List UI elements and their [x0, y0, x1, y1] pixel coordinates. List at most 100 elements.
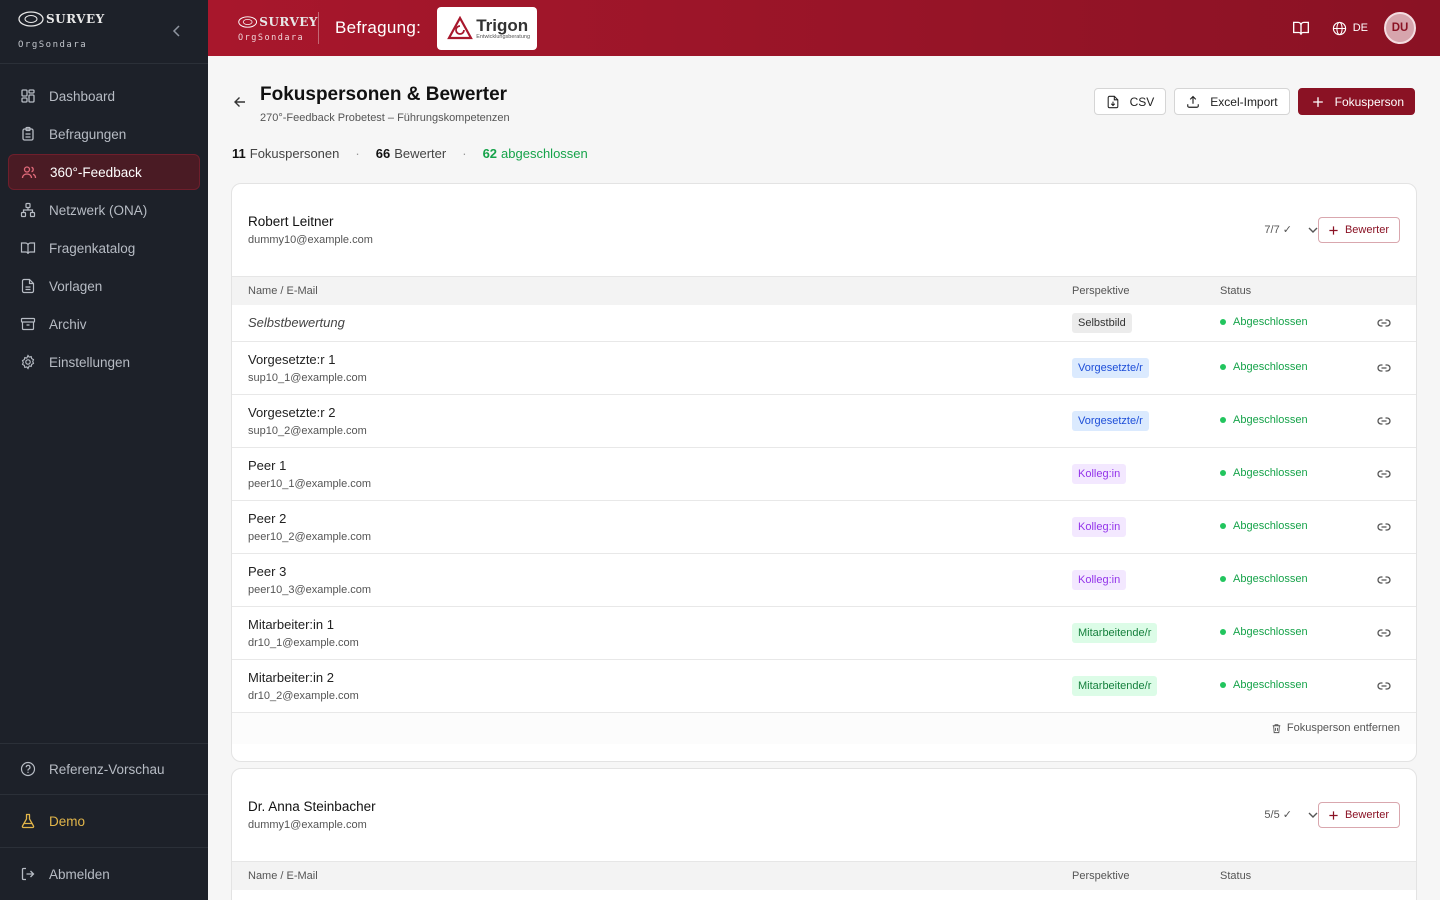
table-row: Mitarbeiter:in 1 dr10_1@example.com Mita…	[232, 606, 1416, 659]
help-circle-icon	[20, 761, 36, 777]
perspective-badge: Kolleg:in	[1072, 570, 1127, 590]
separator-dot: ·	[462, 146, 467, 161]
plus-icon	[1329, 810, 1338, 820]
sidebar-item-demo[interactable]: Demo	[8, 795, 200, 847]
status-dot	[1220, 629, 1226, 635]
sidebar-item-label: 360°-Feedback	[50, 164, 142, 180]
sidebar-item-netzwerk[interactable]: Netzwerk (ONA)	[8, 192, 200, 228]
trash-icon	[1272, 723, 1281, 733]
sidebar-item-360-feedback[interactable]: 360°-Feedback	[8, 154, 200, 190]
link-icon[interactable]	[1376, 519, 1392, 535]
rater-label: Bewerter	[394, 146, 447, 161]
focus-person-card: Robert Leitner dummy10@example.com 7/7 ✓…	[231, 183, 1417, 762]
link-icon[interactable]	[1376, 360, 1392, 376]
rater-name: Mitarbeiter:in 2	[248, 670, 334, 685]
add-focus-person-button[interactable]: Fokusperson	[1297, 88, 1415, 115]
status-dot	[1220, 470, 1226, 476]
separator-dot: ·	[355, 146, 360, 161]
excel-import-button[interactable]: Excel-Import	[1174, 88, 1290, 115]
focus-count: 11	[232, 146, 246, 161]
sidebar-item-befragungen[interactable]: Befragungen	[8, 116, 200, 152]
link-icon[interactable]	[1376, 466, 1392, 482]
plus-icon	[1312, 96, 1323, 107]
add-rater-button[interactable]: Bewerter	[1317, 802, 1400, 828]
sidebar-item-label: Netzwerk (ONA)	[49, 202, 148, 218]
flask-icon	[21, 813, 35, 829]
sidebar-item-dashboard[interactable]: Dashboard	[8, 78, 200, 114]
link-icon[interactable]	[1376, 315, 1392, 331]
sidebar-item-label: Befragungen	[49, 126, 127, 142]
survey-logo-icon	[18, 11, 44, 27]
perspective-badge: Mitarbeitende/r	[1072, 623, 1158, 643]
perspective-badge: Kolleg:in	[1072, 464, 1127, 484]
link-icon[interactable]	[1376, 678, 1392, 694]
topbar-actions: DE DU	[1292, 12, 1440, 44]
topbar-logo[interactable]: SURVEY OrgSondara	[208, 13, 318, 43]
focus-person-email: dummy10@example.com	[248, 234, 373, 246]
sidebar-item-referenz-vorschau[interactable]: Referenz-Vorschau	[8, 744, 200, 794]
file-download-icon	[1107, 95, 1118, 108]
rater-email: sup10_1@example.com	[248, 372, 367, 384]
status-label: Abgeschlossen	[1233, 414, 1308, 426]
logo-subtitle: OrgSondara	[18, 40, 88, 50]
rater-name: Selbstbewertung	[248, 315, 345, 330]
client-logo: Trigon Entwicklungsberatung	[437, 6, 538, 50]
sidebar-nav: Dashboard Befragungen 360°-Feedback Netz…	[0, 64, 208, 380]
sidebar-item-label: Dashboard	[49, 88, 116, 104]
page-header: Fokuspersonen & Bewerter 270°-Feedback P…	[232, 84, 510, 124]
column-header-name: Name / E-Mail	[248, 870, 318, 882]
rater-name: Peer 1	[248, 458, 287, 473]
rater-name: Vorgesetzte:r 1	[248, 352, 336, 367]
collapse-sidebar-icon[interactable]	[170, 24, 184, 38]
link-icon[interactable]	[1376, 572, 1392, 588]
sidebar-item-label: Abmelden	[49, 866, 110, 882]
book-icon[interactable]	[1292, 19, 1310, 37]
rater-email: dr10_2@example.com	[248, 690, 359, 702]
sidebar-item-einstellungen[interactable]: Einstellungen	[8, 344, 200, 380]
focus-person-card: Dr. Anna Steinbacher dummy1@example.com …	[231, 768, 1417, 900]
status-label: Abgeschlossen	[1233, 573, 1308, 585]
link-icon[interactable]	[1376, 413, 1392, 429]
perspective-badge: Vorgesetzte/r	[1072, 358, 1149, 378]
arrow-left-icon[interactable]	[232, 94, 248, 110]
column-header-status: Status	[1220, 870, 1252, 882]
client-subtitle: Entwicklungsberatung	[476, 33, 530, 40]
done-count: 62	[482, 146, 498, 161]
rater-count: 66	[375, 146, 391, 161]
sidebar-item-archiv[interactable]: Archiv	[8, 306, 200, 342]
avatar[interactable]: DU	[1384, 12, 1416, 44]
table-row: Selbstbewertung Selbstbild Abgeschlossen	[232, 305, 1416, 341]
upload-icon	[1187, 95, 1200, 108]
table-row: Peer 3 peer10_3@example.com Kolleg:in Ab…	[232, 553, 1416, 606]
status-label: Abgeschlossen	[1233, 316, 1308, 328]
divider	[318, 12, 319, 44]
perspective-badge: Vorgesetzte/r	[1072, 411, 1149, 431]
language-label: DE	[1352, 22, 1368, 34]
link-icon[interactable]	[1376, 625, 1392, 641]
sidebar-item-fragenkatalog[interactable]: Fragenkatalog	[8, 230, 200, 266]
logo-subtitle: OrgSondara	[238, 33, 305, 43]
status-badge: Abgeschlossen	[1220, 520, 1308, 532]
trigon-logo-icon	[447, 16, 474, 40]
status-label: Abgeschlossen	[1233, 361, 1308, 373]
remove-focus-person-label: Fokusperson entfernen	[1286, 722, 1400, 734]
status-badge: Abgeschlossen	[1220, 316, 1308, 328]
add-rater-button[interactable]: Bewerter	[1317, 217, 1400, 243]
sidebar-item-abmelden[interactable]: Abmelden	[8, 848, 200, 900]
remove-focus-person-button[interactable]: Fokusperson entfernen	[1271, 722, 1400, 734]
rater-name: Mitarbeiter:in 1	[248, 617, 334, 632]
focus-person-header: Robert Leitner dummy10@example.com 7/7 ✓…	[232, 184, 1416, 276]
table-row: Vorgesetzte:r 2 sup10_2@example.com Vorg…	[232, 394, 1416, 447]
rater-name: Vorgesetzte:r 2	[248, 405, 336, 420]
sidebar-item-label: Referenz-Vorschau	[49, 761, 165, 777]
status-badge: Abgeschlossen	[1220, 467, 1308, 479]
sidebar-logo[interactable]: SURVEY OrgSondara	[0, 0, 208, 64]
add-rater-label: Bewerter	[1344, 809, 1389, 821]
status-dot	[1220, 319, 1226, 325]
csv-button[interactable]: CSV	[1093, 88, 1167, 115]
perspective-badge: Kolleg:in	[1072, 517, 1127, 537]
table-row: Peer 1 peer10_1@example.com Kolleg:in Ab…	[232, 447, 1416, 500]
language-switcher[interactable]: DE	[1332, 21, 1368, 36]
column-header-perspective: Perspektive	[1072, 870, 1130, 882]
sidebar-item-vorlagen[interactable]: Vorlagen	[8, 268, 200, 304]
